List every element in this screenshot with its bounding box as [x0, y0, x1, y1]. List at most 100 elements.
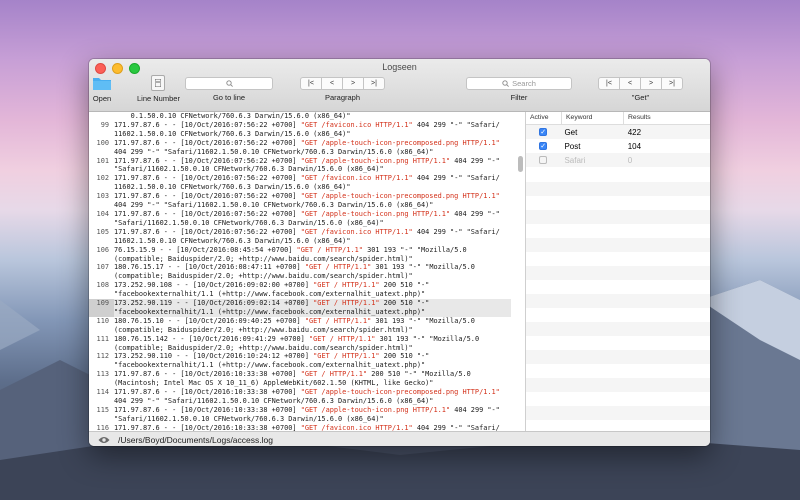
- keyword-table-empty-rows: [526, 168, 710, 431]
- log-line[interactable]: 103 171.97.87.6 - - [10/Oct/2016:07:56:22…: [89, 192, 511, 201]
- keyword-active-checkbox[interactable]: ✓: [539, 142, 548, 150]
- log-scrollbar[interactable]: [518, 156, 523, 172]
- line-number: 105: [96, 227, 109, 236]
- open-button[interactable]: Open: [92, 75, 112, 103]
- goto-line-input[interactable]: [185, 77, 273, 90]
- window-title: Logseen: [382, 62, 417, 72]
- log-text: 171.97.87.6 - - [10/Oct/2016:07:56:22 +0…: [114, 120, 500, 129]
- log-line[interactable]: 113 171.97.87.6 - - [10/Oct/2016:10:33:38…: [89, 370, 511, 379]
- line-number-button[interactable]: Line Number: [137, 75, 180, 103]
- keyword-results: 104: [627, 141, 642, 151]
- log-text: 180.76.15.17 - - [10/Oct/2016:08:47:11 +…: [114, 263, 475, 272]
- log-text: 173.252.90.108 - - [10/Oct/2016:09:02:00…: [114, 281, 430, 290]
- line-number: 110: [96, 316, 109, 325]
- log-line[interactable]: 102 171.97.87.6 - - [10/Oct/2016:07:56:22…: [89, 174, 511, 183]
- log-line[interactable]: 116 171.97.87.6 - - [10/Oct/2016:10:33:38…: [89, 424, 511, 431]
- keyword-first-button[interactable]: |<: [598, 77, 620, 90]
- keyword-row[interactable]: ✓ Get 422: [526, 125, 710, 139]
- log-line[interactable]: "Safari/11602.1.50.0.10 CFNetwork/760.6.…: [89, 165, 511, 174]
- log-line[interactable]: 114 171.97.87.6 - - [10/Oct/2016:10:33:38…: [89, 388, 511, 397]
- keyword-active-checkbox[interactable]: [539, 156, 548, 164]
- line-number: 106: [96, 245, 109, 254]
- keyword-active-cell: [526, 156, 560, 164]
- eye-icon[interactable]: [98, 436, 110, 444]
- log-text: 180.76.15.142 - - [10/Oct/2016:09:41:29 …: [114, 334, 480, 343]
- log-text: 171.97.87.6 - - [10/Oct/2016:07:56:22 +0…: [114, 192, 500, 201]
- line-number: [89, 201, 114, 210]
- log-text: 171.97.87.6 - - [10/Oct/2016:07:56:22 +0…: [114, 138, 500, 147]
- paragraph-label: Paragraph: [324, 93, 361, 102]
- keyword-name: Post: [564, 141, 581, 151]
- log-line[interactable]: 11602.1.50.0.10 CFNetwork/760.6.3 Darwin…: [89, 130, 511, 139]
- log-line[interactable]: 109 173.252.90.119 - - [10/Oct/2016:09:02…: [89, 299, 511, 308]
- log-line[interactable]: 111 180.76.15.142 - - [10/Oct/2016:09:41:…: [89, 335, 511, 344]
- log-text: 171.97.87.6 - - [10/Oct/2016:10:33:38 +0…: [114, 405, 500, 414]
- log-line[interactable]: 11602.1.50.0.10 CFNetwork/760.6.3 Darwin…: [89, 237, 511, 246]
- log-line[interactable]: "Safari/11602.1.50.0.10 CFNetwork/760.6.…: [89, 219, 511, 228]
- line-number-icon: [151, 75, 166, 91]
- status-bar: /Users/Boyd/Documents/Logs/access.log: [89, 431, 710, 446]
- line-number: 109: [89, 299, 114, 308]
- log-line[interactable]: 11602.1.50.0.10 CFNetwork/760.6.3 Darwin…: [89, 183, 511, 192]
- log-line[interactable]: "Safari/11602.1.50.0.10 CFNetwork/760.6.…: [89, 415, 511, 424]
- log-line[interactable]: 110 180.76.15.10 - - [10/Oct/2016:09:40:2…: [89, 317, 511, 326]
- line-number: [89, 165, 114, 174]
- line-number: [89, 326, 114, 335]
- keyword-last-button[interactable]: >|: [661, 77, 683, 90]
- paragraph-last-button[interactable]: >|: [363, 77, 385, 90]
- log-line[interactable]: 106 76.15.15.9 - - [10/Oct/2016:08:45:54 …: [89, 246, 511, 255]
- log-text: 171.97.87.6 - - [10/Oct/2016:07:56:22 +0…: [114, 227, 500, 236]
- line-number: 112: [96, 352, 109, 361]
- log-line[interactable]: (compatible; Baiduspider/2.0; +http://ww…: [89, 255, 511, 264]
- log-line[interactable]: 0.1.50.0.10 CFNetwork/760.6.3 Darwin/15.…: [89, 112, 511, 121]
- log-line[interactable]: 105 171.97.87.6 - - [10/Oct/2016:07:56:22…: [89, 228, 511, 237]
- log-text: (compatible; Baiduspider/2.0; +http://ww…: [114, 325, 413, 334]
- log-line[interactable]: 99 171.97.87.6 - - [10/Oct/2016:07:56:22 …: [89, 121, 511, 130]
- line-number: 99: [100, 120, 109, 129]
- keyword-prev-button[interactable]: <: [619, 77, 641, 90]
- log-line[interactable]: 404 299 "-" "Safari/11602.1.50.0.10 CFNe…: [89, 148, 511, 157]
- line-number: [89, 290, 114, 299]
- log-text: 173.252.90.119 - - [10/Oct/2016:09:02:14…: [114, 299, 430, 308]
- log-line[interactable]: 107 180.76.15.17 - - [10/Oct/2016:08:47:1…: [89, 263, 511, 272]
- keyword-active-checkbox[interactable]: ✓: [539, 128, 548, 136]
- filter-control: Search Filter: [466, 75, 572, 102]
- log-line[interactable]: (compatible; Baiduspider/2.0; +http://ww…: [89, 344, 511, 353]
- keyword-table-body: ✓ Get 422 ✓ Post 104 Safari 0: [526, 125, 710, 167]
- toolbar: Logseen Open Line Number Go to line |< <…: [89, 59, 710, 112]
- keyword-row[interactable]: Safari 0: [526, 153, 710, 167]
- col-active-header[interactable]: Active: [526, 112, 562, 124]
- keyword-results: 0: [627, 155, 633, 165]
- keyword-next-button[interactable]: >: [640, 77, 662, 90]
- col-keyword-header[interactable]: Keyword: [562, 112, 624, 124]
- log-view[interactable]: 0.1.50.0.10 CFNetwork/760.6.3 Darwin/15.…: [89, 112, 511, 431]
- log-line[interactable]: 404 299 "-" "Safari/11602.1.50.0.10 CFNe…: [89, 397, 511, 406]
- log-line[interactable]: (compatible; Baiduspider/2.0; +http://ww…: [89, 272, 511, 281]
- log-line[interactable]: "facebookexternalhit/1.1 (+http://www.fa…: [89, 307, 511, 317]
- log-line[interactable]: (Macintosh; Intel Mac OS X 10_11_6) Appl…: [89, 379, 511, 388]
- log-line[interactable]: "facebookexternalhit/1.1 (+http://www.fa…: [89, 290, 511, 299]
- line-number: [89, 415, 114, 424]
- goto-line-label: Go to line: [212, 93, 246, 102]
- log-line[interactable]: "facebookexternalhit/1.1 (+http://www.fa…: [89, 361, 511, 370]
- paragraph-next-button[interactable]: >: [342, 77, 364, 90]
- paragraph-first-button[interactable]: |<: [300, 77, 322, 90]
- keyword-row[interactable]: ✓ Post 104: [526, 139, 710, 153]
- col-results-header[interactable]: Results: [624, 112, 710, 124]
- log-line[interactable]: 100 171.97.87.6 - - [10/Oct/2016:07:56:22…: [89, 139, 511, 148]
- log-line[interactable]: 112 173.252.90.110 - - [10/Oct/2016:10:24…: [89, 352, 511, 361]
- paragraph-prev-button[interactable]: <: [321, 77, 343, 90]
- line-number: [89, 397, 114, 406]
- log-line[interactable]: 115 171.97.87.6 - - [10/Oct/2016:10:33:38…: [89, 406, 511, 415]
- log-text: "facebookexternalhit/1.1 (+http://www.fa…: [114, 307, 426, 316]
- log-line[interactable]: 104 171.97.87.6 - - [10/Oct/2016:07:56:22…: [89, 210, 511, 219]
- log-text: (compatible; Baiduspider/2.0; +http://ww…: [114, 343, 413, 352]
- log-line[interactable]: 101 171.97.87.6 - - [10/Oct/2016:07:56:22…: [89, 157, 511, 166]
- filter-search-input[interactable]: Search: [466, 77, 572, 90]
- log-line[interactable]: (compatible; Baiduspider/2.0; +http://ww…: [89, 326, 511, 335]
- log-line[interactable]: 108 173.252.90.108 - - [10/Oct/2016:09:02…: [89, 281, 511, 290]
- logseen-window: Logseen Open Line Number Go to line |< <…: [89, 59, 710, 446]
- log-text: "Safari/11602.1.50.0.10 CFNetwork/760.6.…: [114, 218, 384, 227]
- keyword-table-header: Active Keyword Results: [526, 112, 710, 125]
- log-line[interactable]: 404 299 "-" "Safari/11602.1.50.0.10 CFNe…: [89, 201, 511, 210]
